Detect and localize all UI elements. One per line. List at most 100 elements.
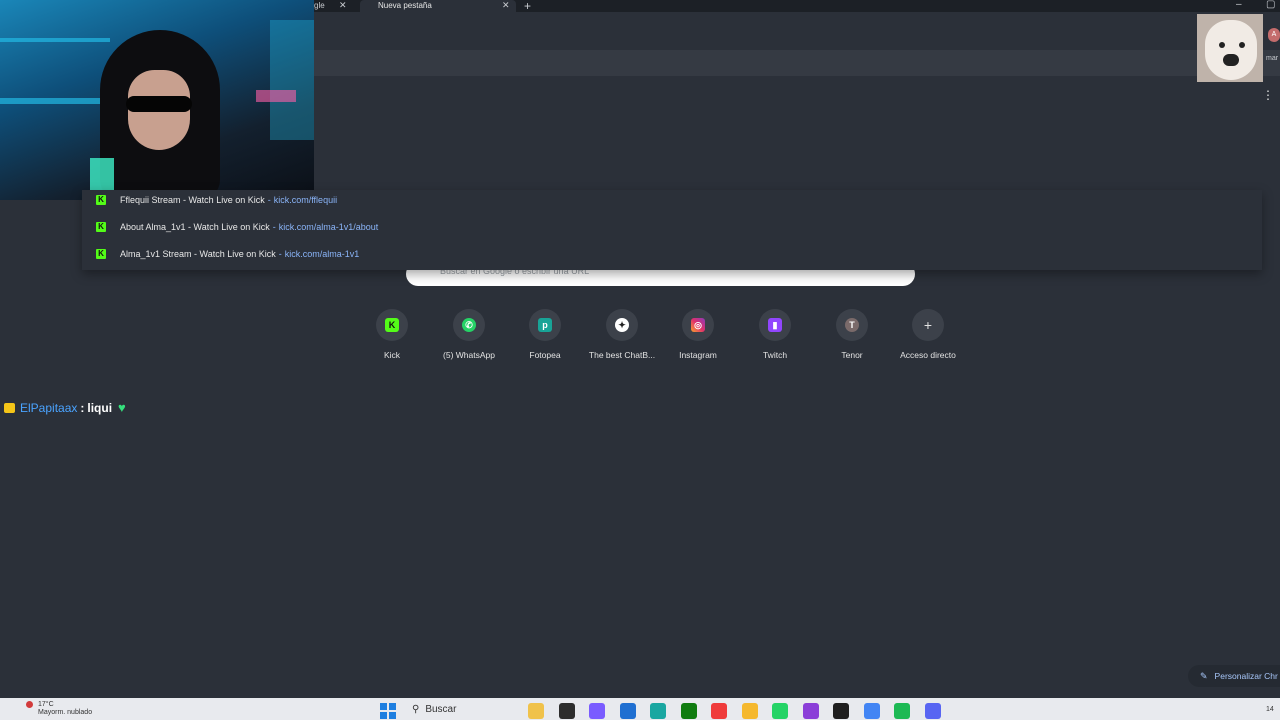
obs-icon[interactable] (833, 703, 849, 719)
dog-eye (1239, 42, 1245, 48)
shortcut-label: Tenor (841, 350, 863, 360)
tile-icon-bg: T (836, 309, 868, 341)
weather-widget[interactable]: 17°C Mayorm. nublado (38, 701, 92, 717)
start-tile (380, 712, 387, 719)
shortcut-label: Twitch (762, 350, 788, 360)
webcam-overlay (0, 0, 314, 200)
tab-title-google[interactable]: gle (314, 0, 325, 11)
shortcut-label: Acceso directo (900, 350, 956, 360)
xbox-icon[interactable] (680, 703, 697, 719)
shortcut-label: The best ChatB... (588, 350, 656, 360)
tile-icon-bg: ✦ (606, 309, 638, 341)
tile-icon-bg: p (529, 309, 561, 341)
tab-title: Nueva pestaña (378, 1, 432, 10)
search-icon: ⚲ (412, 704, 420, 715)
shortcut-twitch[interactable]: ▮ Twitch (737, 309, 813, 371)
shortcut-chatbot[interactable]: ✦ The best ChatB... (584, 309, 660, 371)
shortcut-instagram[interactable]: ◎ Instagram (660, 309, 736, 371)
weather-desc: Mayorm. nublado (38, 709, 93, 716)
more-options-icon[interactable]: ⋮ (1262, 88, 1274, 102)
suggestion-url: kick.com/alma-1v1/about (278, 222, 379, 232)
chat-username: ElPapitaax (20, 400, 78, 415)
suggestion-title: Fflequii Stream - Watch Live on Kick (120, 195, 265, 205)
folder-icon[interactable] (741, 703, 758, 719)
opera-gx-icon[interactable] (711, 703, 727, 719)
tile-icon-bg: ▮ (759, 309, 791, 341)
twitch-icon: ▮ (768, 318, 782, 332)
start-tile (389, 712, 396, 719)
shortcut-label: Fotopea (529, 350, 561, 360)
start-tile (380, 703, 387, 710)
suggestion-dropdown: K Fflequii Stream - Watch Live on Kick -… (82, 190, 1262, 270)
windows-start-icon[interactable] (380, 703, 396, 719)
profile-avatar[interactable]: A (1268, 28, 1280, 42)
notification-badge (26, 701, 33, 708)
taskbar-search[interactable]: ⚲ Buscar (412, 704, 456, 715)
profile-name: mar (1266, 55, 1279, 62)
photopea-icon: p (538, 318, 552, 332)
plus-icon: + (923, 317, 933, 333)
edge-icon[interactable] (650, 703, 666, 719)
crown-icon (4, 402, 15, 413)
shortcut-label: Kick (383, 350, 401, 360)
tab-close-icon[interactable]: ✕ (502, 0, 510, 11)
shortcut-label: Instagram (679, 350, 717, 360)
kick-icon: K (96, 249, 106, 259)
tab-new-tab[interactable]: Nueva pestaña ✕ (360, 0, 516, 12)
shelf (270, 20, 314, 140)
suggestion-separator: - (267, 195, 271, 205)
weather-temp: 17°C (38, 701, 54, 708)
start-tile (389, 703, 396, 710)
explorer-icon[interactable] (528, 703, 544, 719)
suggestion-item[interactable]: K Alma_1v1 Stream - Watch Live on Kick -… (96, 245, 359, 263)
shortcut-fotopea[interactable]: p Fotopea (507, 309, 583, 371)
chrome-icon[interactable] (863, 703, 880, 719)
address-bar[interactable] (314, 50, 1280, 76)
spotify-icon[interactable] (894, 703, 910, 719)
taskbar: 17°C Mayorm. nublado ⚲ Buscar 14 (0, 698, 1280, 720)
suggestion-url: kick.com/alma-1v1 (284, 249, 360, 259)
chat-text: liqui (87, 400, 113, 415)
copilot-icon[interactable] (589, 703, 605, 719)
dog-eye (1219, 42, 1225, 48)
dog-nose (1223, 54, 1239, 66)
whatsapp-icon[interactable] (772, 703, 788, 719)
discord-icon[interactable] (924, 703, 941, 719)
minimize-icon[interactable]: – (1236, 0, 1242, 10)
shortcut-tenor[interactable]: T Tenor (814, 309, 890, 371)
kick-icon: K (385, 318, 399, 332)
tile-icon-bg: ✆ (453, 309, 485, 341)
app-circle-icon[interactable] (802, 703, 819, 719)
shortcut-whatsapp[interactable]: ✆ (5) WhatsApp (431, 309, 507, 371)
chat-message: ElPapitaax : liqui ♥ (4, 400, 126, 415)
shortcut-kick[interactable]: K Kick (354, 309, 430, 371)
pencil-icon: ✎ (1200, 670, 1208, 681)
suggestion-item[interactable]: K About Alma_1v1 - Watch Live on Kick - … (96, 218, 378, 236)
suggestion-separator: - (278, 249, 282, 259)
tenor-icon: T (845, 318, 859, 332)
suggestion-title: About Alma_1v1 - Watch Live on Kick (120, 222, 270, 232)
chatbot-icon: ✦ (615, 318, 629, 332)
heart-icon: ♥ (118, 400, 126, 415)
instagram-icon: ◎ (691, 318, 705, 332)
light (256, 90, 296, 102)
dog-cam-overlay (1197, 14, 1263, 82)
taskbar-search-label: Buscar (425, 704, 457, 715)
kick-icon: K (96, 195, 106, 205)
shelf (0, 38, 110, 42)
tile-icon-bg: ◎ (682, 309, 714, 341)
tab-close-icon[interactable]: ✕ (339, 0, 347, 11)
shortcut-label: (5) WhatsApp (443, 350, 495, 360)
dog-head (1205, 20, 1257, 80)
suggestion-item[interactable]: K Fflequii Stream - Watch Live on Kick -… (96, 191, 337, 209)
suggestion-url: kick.com/fflequii (273, 195, 338, 205)
shortcut-add[interactable]: + Acceso directo (890, 309, 966, 371)
store-icon[interactable] (619, 703, 636, 719)
suggestion-separator: - (272, 222, 276, 232)
customize-chrome-button[interactable]: ✎ Personalizar Chr (1188, 665, 1280, 687)
clock: 14 (1266, 706, 1274, 713)
whatsapp-icon: ✆ (462, 318, 476, 332)
maximize-icon[interactable]: ▢ (1266, 0, 1275, 10)
terminal-icon[interactable] (558, 703, 575, 719)
customize-label: Personalizar Chr (1214, 671, 1278, 681)
